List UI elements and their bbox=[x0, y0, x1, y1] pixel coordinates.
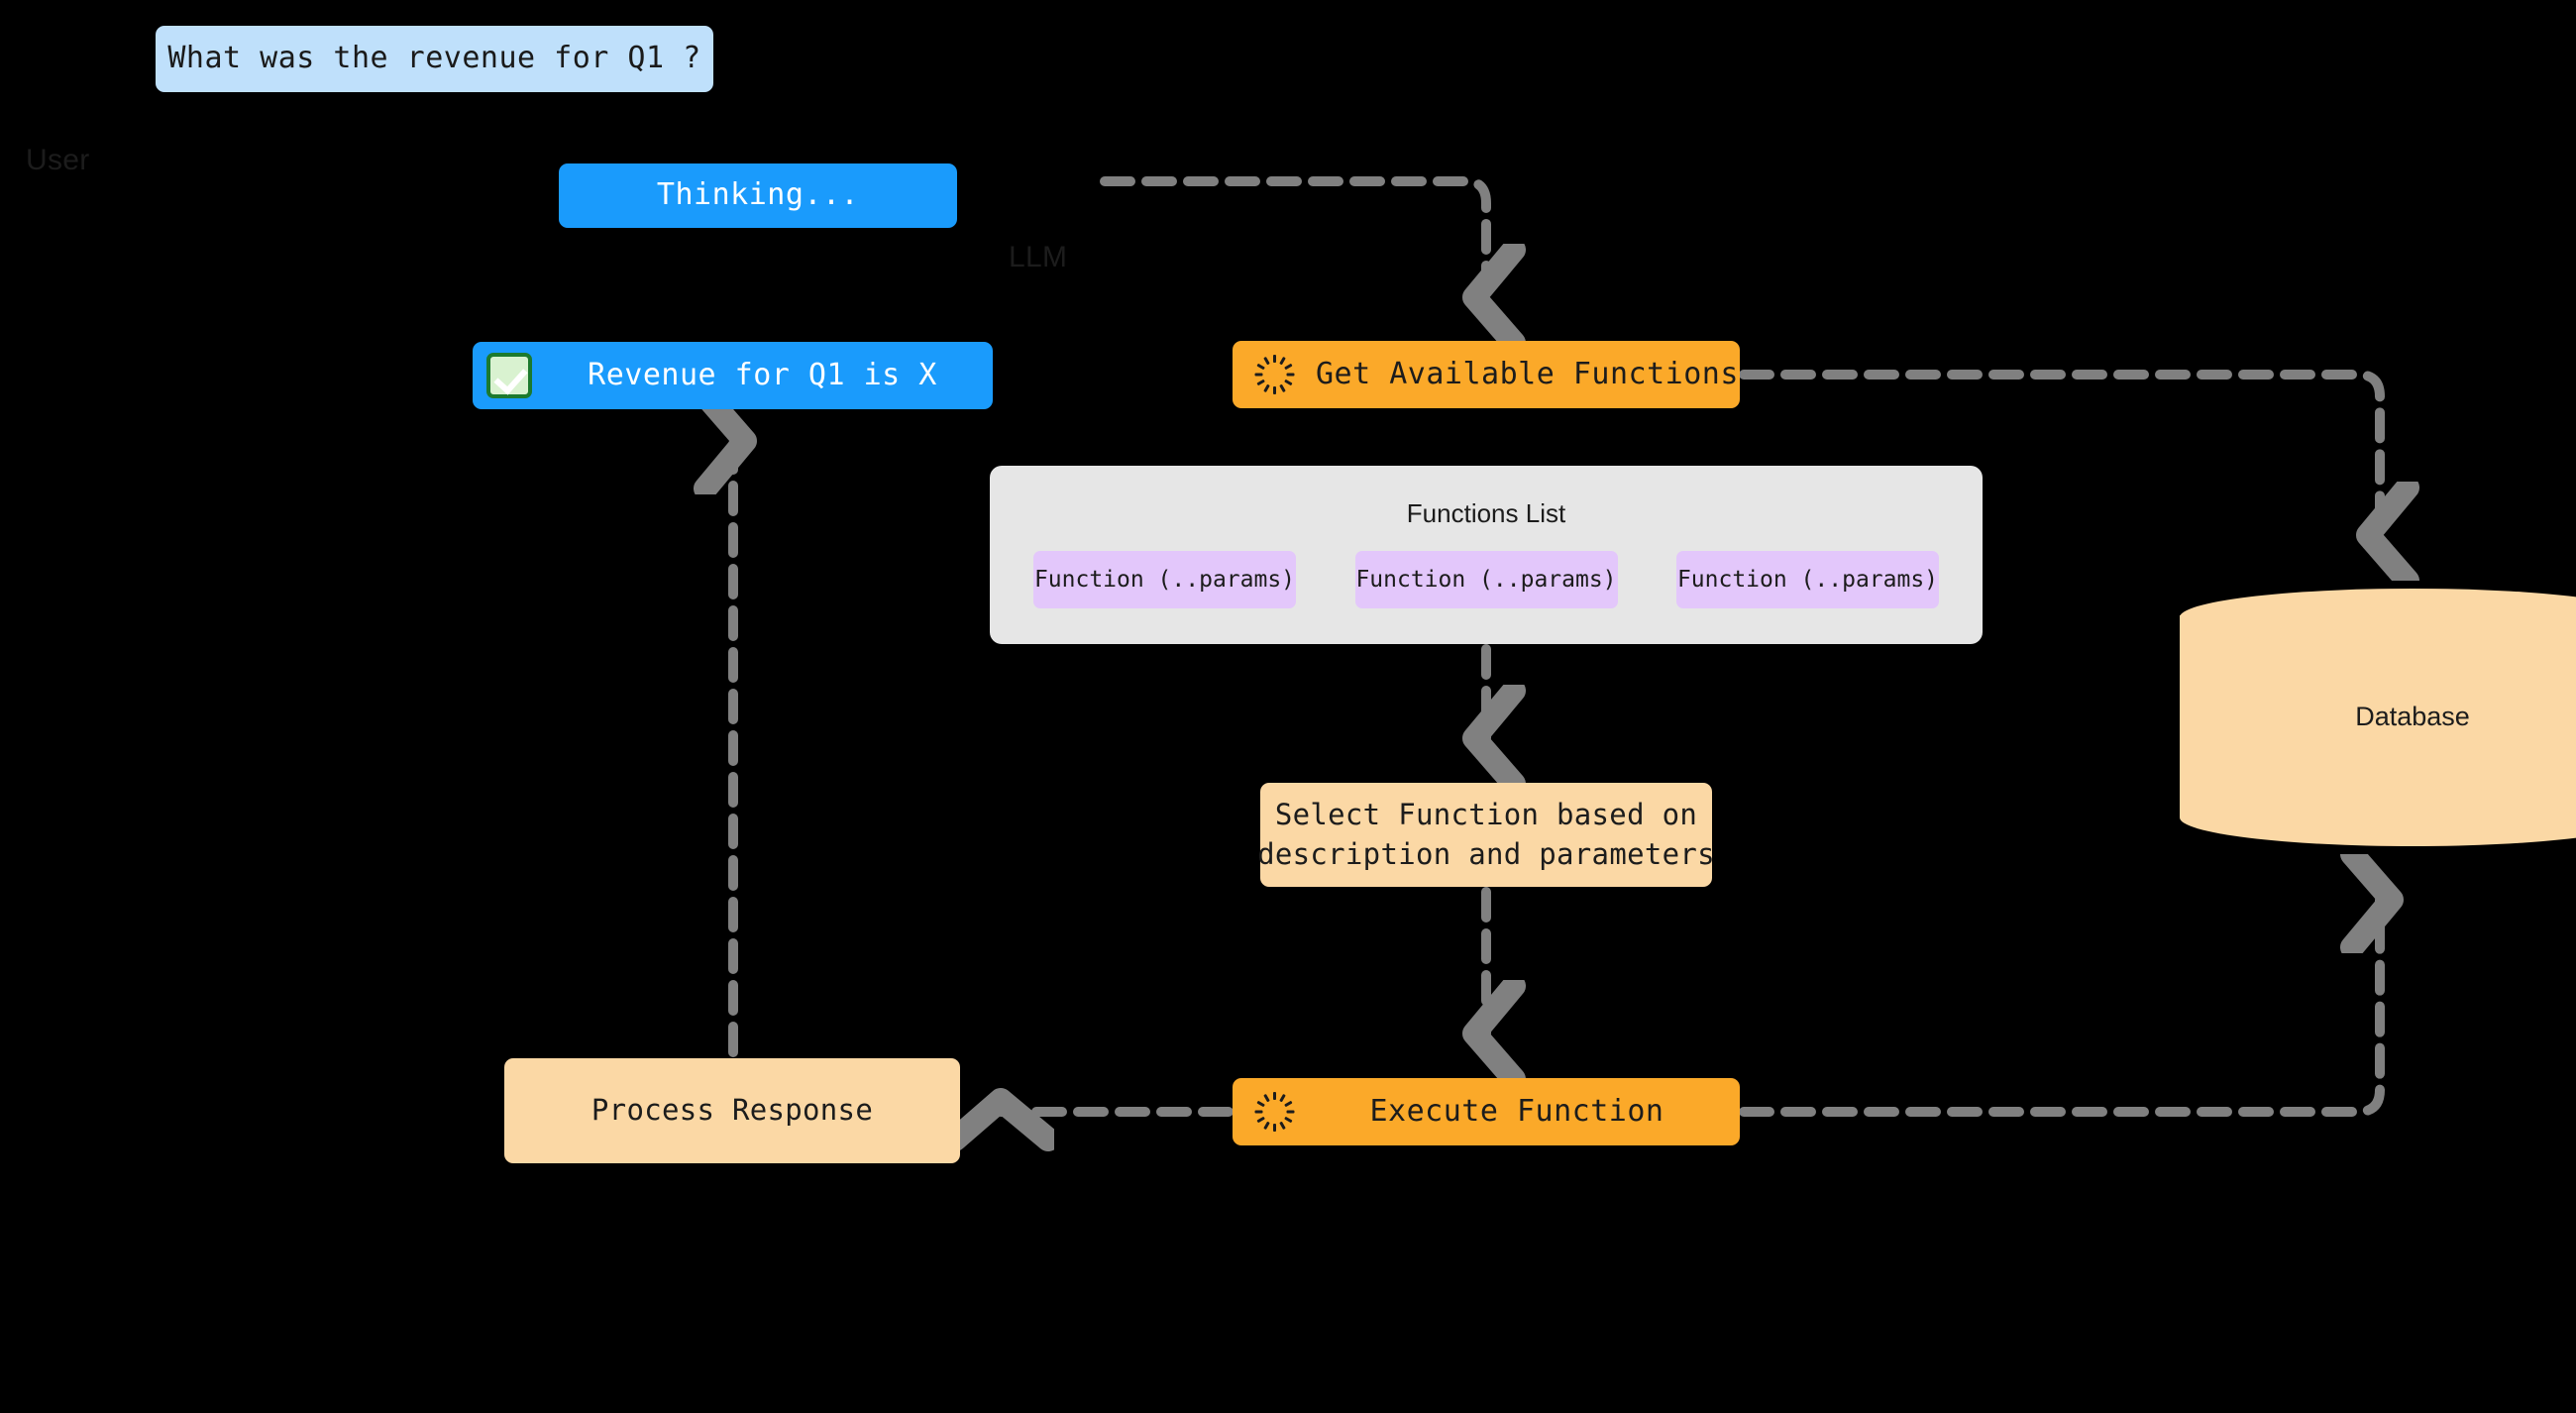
select-function-line-1: Select Function based on bbox=[1274, 798, 1698, 832]
process-response-node[interactable]: Process Response bbox=[504, 1058, 960, 1163]
functions-list-title: Functions List bbox=[1406, 498, 1566, 528]
answer-node[interactable]: Revenue for Q1 is X bbox=[473, 342, 993, 409]
execute-function-node[interactable]: Execute Function bbox=[1233, 1078, 1740, 1145]
spinner-icon bbox=[1254, 1092, 1294, 1132]
get-available-functions-label: Get Available Functions bbox=[1316, 356, 1739, 391]
diagram-canvas: User LLM What was the revenue for Q1 ? T… bbox=[0, 0, 2576, 1163]
select-function-node[interactable]: Select Function based on description and… bbox=[1257, 783, 1715, 887]
function-chip[interactable]: Function (..params) bbox=[1033, 551, 1296, 608]
lane-label-user: User bbox=[26, 144, 90, 176]
check-mark-icon bbox=[486, 353, 532, 398]
get-available-functions-node[interactable]: Get Available Functions bbox=[1233, 341, 1740, 408]
answer-node-label: Revenue for Q1 is X bbox=[588, 357, 937, 392]
database-label: Database bbox=[2355, 701, 2470, 731]
edge-execute-function-to-database bbox=[1739, 900, 2380, 1117]
functions-list-row: Function (..params) Function (..params) … bbox=[1033, 551, 1939, 608]
function-chip[interactable]: Function (..params) bbox=[1676, 551, 1939, 608]
execute-function-label: Execute Function bbox=[1369, 1093, 1664, 1129]
select-function-line-2: description and parameters bbox=[1257, 836, 1715, 871]
thinking-node[interactable]: Thinking... bbox=[559, 163, 957, 228]
lane-label-llm: LLM bbox=[1009, 241, 1068, 273]
spinner-icon bbox=[1254, 355, 1294, 394]
functions-list-panel: Functions List Function (..params) Funct… bbox=[990, 466, 1983, 644]
user-question-node[interactable]: What was the revenue for Q1 ? bbox=[156, 26, 713, 92]
function-chip[interactable]: Function (..params) bbox=[1354, 551, 1618, 608]
database-node[interactable]: Database bbox=[2180, 589, 2576, 846]
edge-thinking-to-get-functions bbox=[1100, 176, 1486, 297]
